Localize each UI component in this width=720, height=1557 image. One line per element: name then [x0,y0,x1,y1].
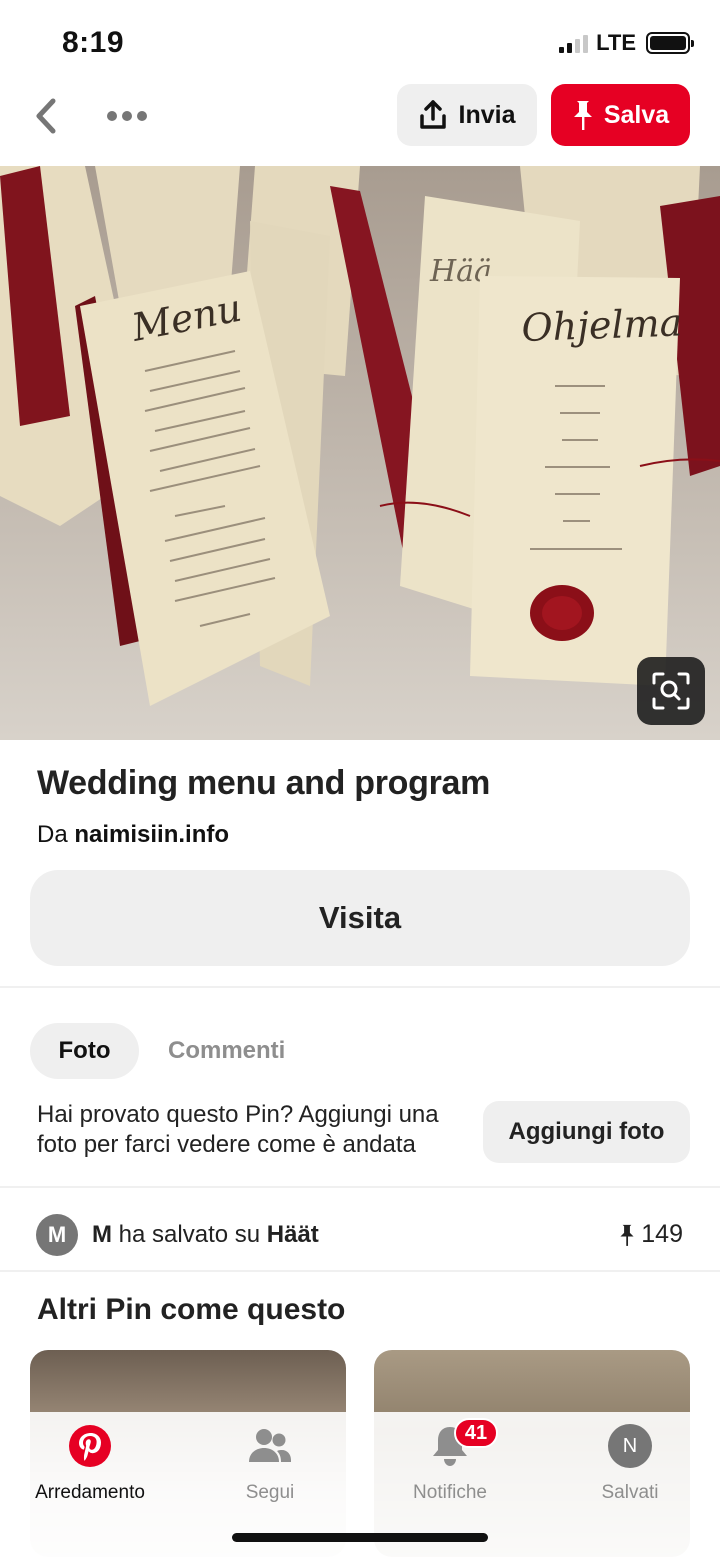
signal-strength-icon [559,33,589,53]
bell-icon: 41 [426,1418,498,1470]
status-time: 8:19 [62,26,125,59]
nav-label: Salvati [601,1482,659,1503]
more-options-button[interactable] [100,94,154,138]
add-photo-button[interactable]: Aggiungi foto [483,1101,690,1163]
saved-by-user[interactable]: M [92,1221,112,1248]
pin-image[interactable]: Hää Menu Ohjelma [0,166,720,740]
status-bar: 8:19 LTE [0,0,720,84]
avatar[interactable]: M [36,1214,78,1256]
tab-photos[interactable]: Foto [30,1023,139,1079]
source-domain[interactable]: naimisiin.info [74,821,229,848]
nav-item-notifications[interactable]: 41 Notifiche [360,1418,540,1504]
pushpin-icon [573,101,592,130]
wedding-menu-photo: Hää Menu Ohjelma [0,166,720,740]
tried-it-prompt: Hai provato questo Pin? Aggiungi una fot… [37,1101,439,1158]
saved-board[interactable]: Häät [267,1221,319,1248]
nav-label: Segui [245,1482,295,1503]
divider [0,1270,720,1272]
ellipsis-icon [107,111,117,121]
nav-item-home[interactable]: Arredamento [0,1422,180,1504]
share-upload-icon [419,100,446,129]
status-indicators: LTE [559,30,694,56]
send-label: Invia [458,100,516,129]
back-button[interactable] [24,94,68,138]
battery-icon [646,32,694,54]
notification-badge: 41 [454,1418,498,1448]
send-button[interactable]: Invia [397,84,537,146]
divider [0,986,720,988]
pushpin-icon [620,1224,634,1246]
nav-label: Arredamento [35,1482,145,1503]
nav-label: Notifiche [413,1482,487,1503]
nav-item-saved[interactable]: N Salvati [540,1422,720,1504]
visual-search-button[interactable] [637,657,705,725]
visual-search-icon [652,672,690,710]
more-like-this-heading: Altri Pin come questo [37,1293,346,1326]
save-count-value: 149 [641,1220,683,1248]
network-type: LTE [596,30,636,55]
pinterest-logo-icon [66,1422,114,1470]
pin-source[interactable]: Da naimisiin.info [37,821,229,849]
divider [0,1186,720,1188]
pin-title: Wedding menu and program [37,764,491,802]
visit-button[interactable]: Visita [30,870,690,966]
people-icon [246,1422,294,1470]
svg-text:Ohjelma: Ohjelma [521,300,683,350]
pin-toolbar: Invia Salva [0,84,720,148]
save-button[interactable]: Salva [551,84,690,146]
tab-comments[interactable]: Commenti [168,1023,285,1079]
save-label: Salva [603,100,670,129]
source-prefix: Da [37,821,68,848]
save-count: 149 [619,1220,683,1249]
nav-item-following[interactable]: Segui [180,1422,360,1504]
avatar: N [608,1424,652,1468]
saved-by-text: M ha salvato su Häät [92,1221,319,1249]
home-indicator[interactable] [232,1533,488,1542]
profile-avatar-icon: N [606,1422,654,1470]
saved-by-middle: ha salvato su [118,1221,261,1248]
chevron-left-icon [36,98,56,134]
